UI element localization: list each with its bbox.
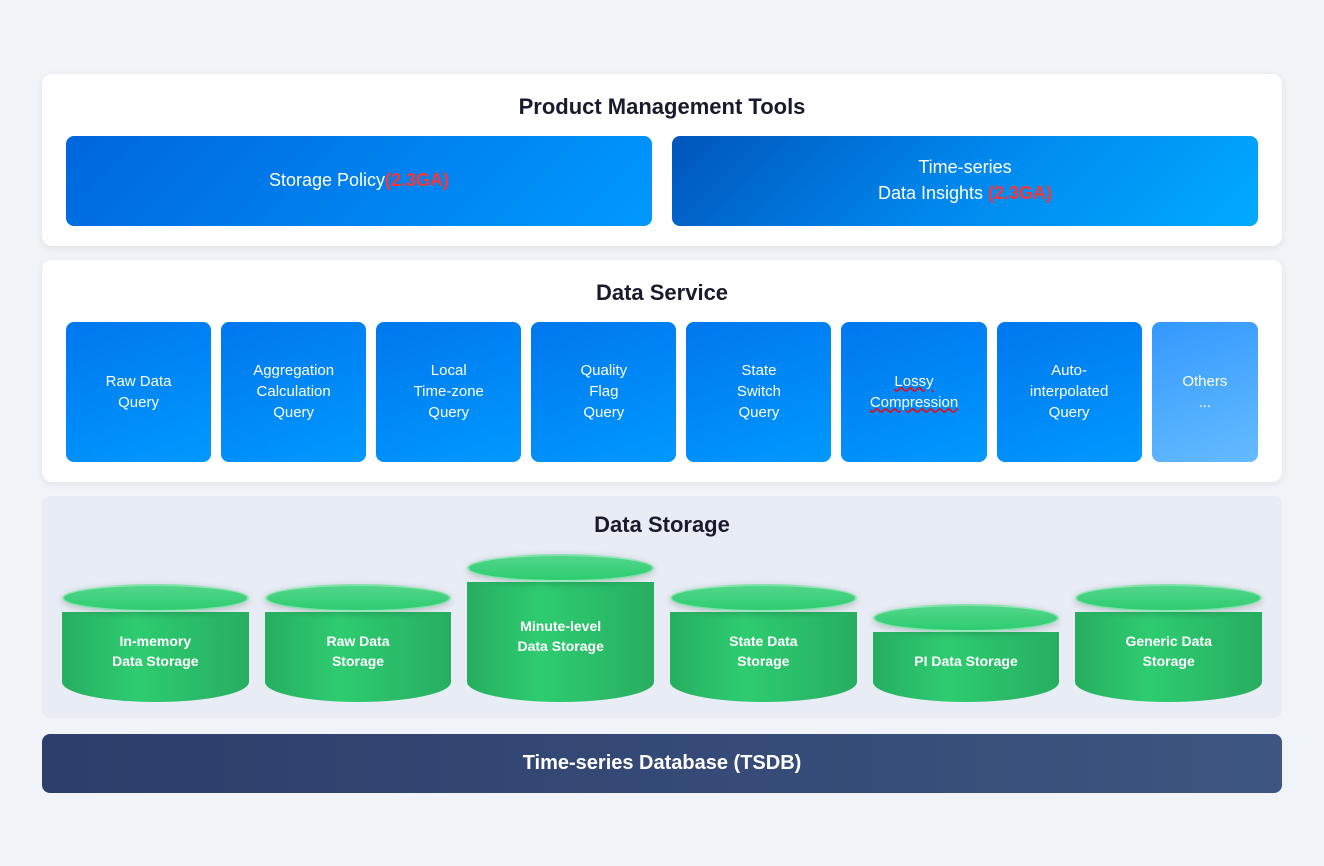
auto-interpolated-query-box: Auto-interpolatedQuery xyxy=(997,322,1142,462)
cylinder-shape: In-memoryData Storage xyxy=(62,584,249,701)
time-series-line2: Data Insights xyxy=(878,183,988,203)
cylinder-top xyxy=(62,584,249,612)
cylinder-top xyxy=(670,584,857,612)
storage-policy-box: Storage Policy (2.3GA) xyxy=(66,136,652,226)
local-timezone-query-box: LocalTime-zoneQuery xyxy=(376,322,521,462)
product-management-section: Product Management Tools Storage Policy … xyxy=(42,74,1282,246)
data-storage-section: Data Storage In-memoryData Storage Raw D… xyxy=(42,496,1282,718)
time-series-badge: (2.3GA) xyxy=(988,183,1052,203)
product-management-row: Storage Policy (2.3GA) Time-series Data … xyxy=(66,136,1258,226)
product-management-title: Product Management Tools xyxy=(66,94,1258,120)
cylinder-body: State DataStorage xyxy=(670,612,857,701)
aggregation-calculation-query-box: AggregationCalculationQuery xyxy=(221,322,366,462)
minute-level-cylinder: Minute-levelData Storage xyxy=(467,554,654,702)
raw-data-cylinder: Raw DataStorage xyxy=(265,584,452,701)
lossy-compression-box: LossyCompression xyxy=(841,322,986,462)
cylinder-top xyxy=(1075,584,1262,612)
cylinder-body: Raw DataStorage xyxy=(265,612,452,701)
cylinder-shape: Raw DataStorage xyxy=(265,584,452,701)
data-service-section: Data Service Raw DataQuery AggregationCa… xyxy=(42,260,1282,482)
cylinder-shape: State DataStorage xyxy=(670,584,857,701)
lossy-compression-label: LossyCompression xyxy=(870,371,958,413)
cylinder-shape: Minute-levelData Storage xyxy=(467,554,654,702)
raw-data-query-box: Raw DataQuery xyxy=(66,322,211,462)
pi-data-cylinder: PI Data Storage xyxy=(873,604,1060,702)
cylinders-row: In-memoryData Storage Raw DataStorage Mi… xyxy=(62,554,1262,702)
state-data-cylinder: State DataStorage xyxy=(670,584,857,701)
storage-policy-badge: (2.3GA) xyxy=(385,170,449,191)
others-box: Others... xyxy=(1152,322,1258,462)
in-memory-cylinder: In-memoryData Storage xyxy=(62,584,249,701)
time-series-line1: Time-series xyxy=(878,155,1052,180)
time-series-box: Time-series Data Insights (2.3GA) xyxy=(672,136,1258,226)
cylinder-top xyxy=(873,604,1060,632)
tsdb-bar: Time-series Database (TSDB) xyxy=(42,734,1282,793)
cylinder-top xyxy=(467,554,654,582)
main-container: Product Management Tools Storage Policy … xyxy=(22,54,1302,813)
cylinder-shape: PI Data Storage xyxy=(873,604,1060,702)
data-service-title: Data Service xyxy=(66,280,1258,306)
state-switch-query-box: StateSwitchQuery xyxy=(686,322,831,462)
cylinder-body: PI Data Storage xyxy=(873,632,1060,702)
cylinder-body: Minute-levelData Storage xyxy=(467,582,654,702)
data-storage-title: Data Storage xyxy=(62,512,1262,538)
tsdb-label: Time-series Database (TSDB) xyxy=(523,752,802,774)
cylinder-shape: Generic DataStorage xyxy=(1075,584,1262,701)
cylinder-top xyxy=(265,584,452,612)
storage-policy-label: Storage Policy xyxy=(269,170,385,191)
cylinder-body: Generic DataStorage xyxy=(1075,612,1262,701)
generic-data-cylinder: Generic DataStorage xyxy=(1075,584,1262,701)
cylinder-body: In-memoryData Storage xyxy=(62,612,249,701)
quality-flag-query-box: QualityFlagQuery xyxy=(531,322,676,462)
data-service-row: Raw DataQuery AggregationCalculationQuer… xyxy=(66,322,1258,462)
